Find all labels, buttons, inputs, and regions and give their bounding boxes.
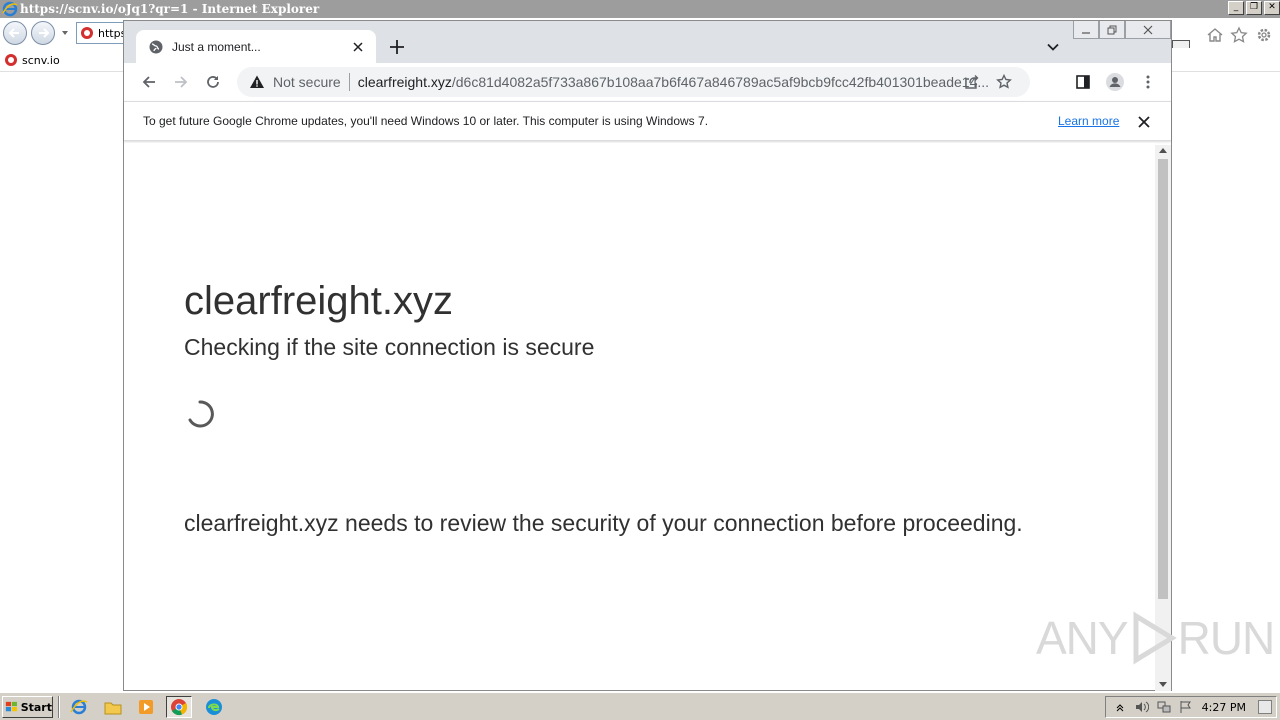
url-text[interactable]: clearfreight.xyz/d6c81d4082a5f733a867b10… bbox=[358, 74, 994, 90]
page-content: clearfreight.xyz Checking if the site co… bbox=[126, 143, 1156, 690]
watermark-right-text: RUN bbox=[1177, 612, 1276, 664]
ie-minimize-button[interactable]: _ bbox=[1228, 1, 1244, 15]
side-panel-button[interactable] bbox=[1073, 72, 1093, 92]
warning-icon[interactable] bbox=[249, 74, 265, 90]
watermark-left-text: ANY bbox=[1036, 612, 1129, 664]
close-icon[interactable] bbox=[350, 39, 366, 55]
chrome-icon bbox=[171, 699, 188, 716]
system-tray: 4:27 PM bbox=[1105, 696, 1277, 718]
security-status-label[interactable]: Not secure bbox=[273, 74, 341, 90]
minimize-icon bbox=[1082, 31, 1090, 34]
chrome-active-tab[interactable]: Just a moment... bbox=[136, 30, 376, 63]
share-icon[interactable] bbox=[964, 74, 980, 90]
profile-button[interactable] bbox=[1105, 72, 1125, 92]
update-infobar: To get future Google Chrome updates, you… bbox=[124, 101, 1171, 141]
ie-tab[interactable]: scnv.io bbox=[4, 50, 60, 70]
ie-restore-button[interactable]: ❐ bbox=[1246, 1, 1262, 15]
profile-icon bbox=[1106, 73, 1124, 91]
menu-icon bbox=[1146, 75, 1150, 89]
tray-expand-icon[interactable] bbox=[1112, 699, 1128, 715]
scroll-up-arrow-icon[interactable] bbox=[1159, 148, 1167, 153]
back-icon bbox=[142, 76, 155, 88]
taskbar-explorer[interactable] bbox=[100, 696, 126, 718]
omnibox[interactable]: Not secure clearfreight.xyz/d6c81d4082a5… bbox=[237, 67, 1030, 97]
folder-icon bbox=[104, 702, 122, 715]
menu-button[interactable] bbox=[1138, 72, 1158, 92]
star-icon[interactable] bbox=[996, 74, 1012, 90]
ie-tab-label: scnv.io bbox=[22, 53, 60, 67]
chrome-window: Just a moment... Not secure clearfreight… bbox=[123, 20, 1172, 691]
taskbar-chrome[interactable] bbox=[166, 696, 192, 718]
favorites-star-icon[interactable] bbox=[1230, 26, 1248, 44]
ie-icon bbox=[70, 699, 88, 715]
forward-button[interactable] bbox=[171, 72, 191, 92]
ie-forward-button[interactable] bbox=[31, 21, 55, 45]
forward-icon bbox=[39, 28, 50, 38]
chrome-toolbar: Not secure clearfreight.xyz/d6c81d4082a5… bbox=[124, 63, 1171, 101]
taskbar-ie[interactable] bbox=[66, 696, 92, 718]
ie-window-title: https://scnv.io/oJq1?qr=1 - Internet Exp… bbox=[20, 2, 320, 16]
url-host: clearfreight.xyz bbox=[357, 74, 452, 90]
infobar-message: To get future Google Chrome updates, you… bbox=[143, 114, 709, 128]
chrome-close-button[interactable] bbox=[1125, 21, 1171, 39]
forward-icon bbox=[175, 76, 188, 88]
ie-close-button[interactable]: ✕ bbox=[1264, 1, 1280, 15]
plus-icon[interactable] bbox=[387, 37, 407, 57]
url-path: /d6c81d4082a5f733a867b108aa7b6f467a84678… bbox=[451, 74, 990, 90]
chevron-down-icon[interactable] bbox=[1044, 38, 1062, 56]
learn-more-link[interactable]: Learn more bbox=[1058, 114, 1119, 128]
chevron-down-icon[interactable] bbox=[60, 28, 70, 38]
taskbar-media-player[interactable] bbox=[133, 696, 159, 718]
anyrun-watermark: ANY RUN bbox=[1036, 610, 1276, 666]
scroll-thumb[interactable] bbox=[1158, 159, 1168, 599]
review-message: clearfreight.xyz needs to review the sec… bbox=[184, 510, 1023, 536]
reload-icon bbox=[207, 76, 219, 88]
media-player-icon bbox=[139, 700, 153, 714]
back-icon bbox=[8, 28, 19, 38]
ie-address-bar[interactable]: https bbox=[76, 22, 126, 44]
restore-icon bbox=[1107, 25, 1117, 34]
close-icon[interactable] bbox=[1136, 114, 1152, 130]
reload-button[interactable] bbox=[203, 72, 223, 92]
ie-logo-icon bbox=[2, 1, 18, 17]
start-label: Start bbox=[20, 700, 52, 714]
close-icon bbox=[1143, 25, 1153, 34]
taskbar-separator bbox=[58, 696, 60, 718]
gear-icon[interactable] bbox=[1255, 26, 1273, 44]
start-button[interactable]: Start bbox=[2, 696, 53, 718]
page-subtitle: Checking if the site connection is secur… bbox=[184, 334, 595, 360]
chrome-tab-bar: Just a moment... bbox=[124, 21, 1171, 63]
play-logo-icon bbox=[1133, 611, 1177, 665]
volume-icon[interactable] bbox=[1134, 699, 1150, 715]
page-title: clearfreight.xyz bbox=[184, 279, 453, 323]
chrome-tab-title: Just a moment... bbox=[172, 39, 261, 54]
scroll-down-arrow-icon[interactable] bbox=[1159, 682, 1167, 687]
show-desktop-button[interactable] bbox=[1258, 700, 1272, 714]
home-icon[interactable] bbox=[1206, 26, 1224, 44]
chrome-minimize-button[interactable] bbox=[1073, 21, 1099, 39]
chrome-restore-button[interactable] bbox=[1099, 21, 1125, 39]
action-center-flag-icon[interactable] bbox=[1178, 699, 1194, 715]
edge-icon bbox=[206, 699, 222, 715]
side-panel-icon bbox=[1076, 75, 1090, 89]
taskbar-edge[interactable] bbox=[201, 696, 227, 718]
taskbar: Start 4:27 PM bbox=[0, 692, 1280, 720]
taskbar-clock[interactable]: 4:27 PM bbox=[1202, 701, 1246, 714]
ie-address-text: https bbox=[98, 26, 126, 40]
spinner-icon bbox=[188, 400, 214, 428]
back-button[interactable] bbox=[139, 72, 159, 92]
windows-flag-icon bbox=[5, 701, 17, 712]
ie-back-button[interactable] bbox=[3, 21, 27, 45]
globe-icon bbox=[149, 40, 163, 53]
ie-title-bar: https://scnv.io/oJq1?qr=1 - Internet Exp… bbox=[0, 0, 1280, 18]
site-favicon-icon bbox=[81, 27, 93, 39]
omnibox-divider bbox=[348, 73, 350, 91]
site-favicon-icon bbox=[5, 54, 17, 66]
network-icon[interactable] bbox=[1156, 699, 1172, 715]
